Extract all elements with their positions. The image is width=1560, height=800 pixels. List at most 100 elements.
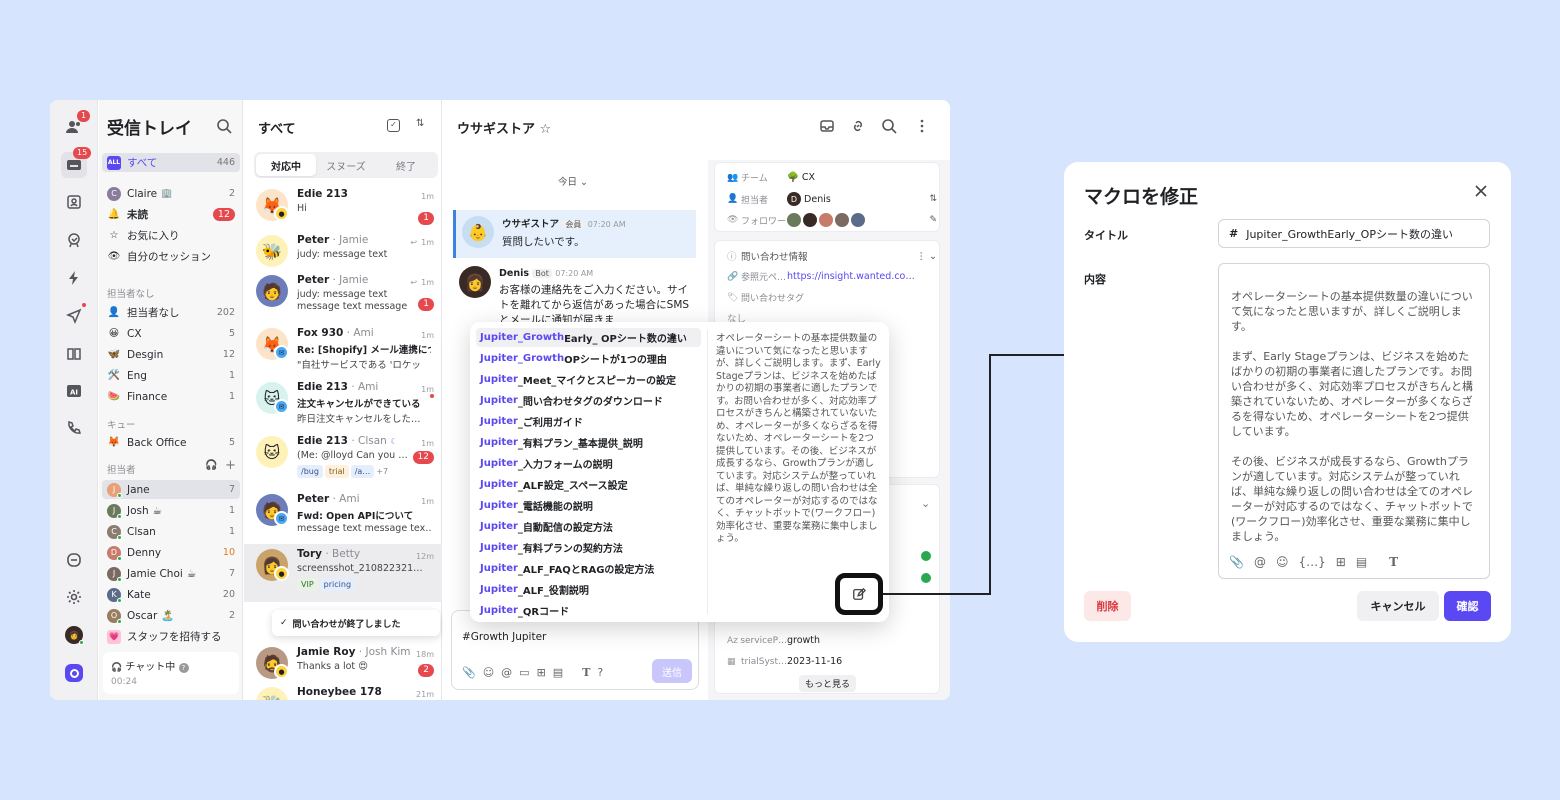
folder-icon[interactable]: ▭ — [519, 666, 529, 679]
show-more-button[interactable]: もっと見る — [799, 675, 857, 692]
list-item[interactable]: 🧑 Peter · Jamie ↩ 1m judy: message text m… — [244, 270, 442, 324]
list-item[interactable]: 🐱 ✉ Edie 213 · Ami 1m 注文キャンセルができている 昨日注文キ… — [244, 377, 442, 431]
tab-closed[interactable]: 終了 — [376, 154, 436, 176]
headset-icon[interactable]: 🎧 — [205, 460, 217, 471]
macro-item[interactable]: Jupiter _ALF設定_スペース設定 — [476, 475, 701, 494]
attach-icon[interactable]: 📎 — [462, 666, 476, 679]
send-button[interactable]: 送信 — [652, 659, 692, 683]
macro-item[interactable]: Jupiter _問い合わせタグのダウンロード — [476, 391, 701, 410]
sidebar-item-favorites[interactable]: ☆ お気に入り — [102, 226, 240, 245]
sidebar-item-back-office[interactable]: 🦊 Back Office 5 — [102, 433, 240, 452]
sidebar-item-assignee[interactable]: J Josh ☕ 1 — [102, 501, 240, 520]
star-icon[interactable]: ☆ — [540, 122, 552, 137]
sidebar-item-team[interactable]: 🍉 Finance 1 — [102, 387, 240, 406]
inbox-icon[interactable]: 15 — [61, 147, 92, 178]
sidebar-item-unread[interactable]: 🔔 未読 12 — [102, 205, 240, 224]
list-item[interactable]: 🦊 ✉ Fox 930 · Ami 1m Re: [Shopify] メール連携に… — [244, 323, 442, 377]
add-assignee-icon[interactable]: + — [225, 458, 236, 473]
add-image-icon[interactable]: ⊞ — [537, 666, 546, 679]
title-input[interactable]: # Jupiter_GrowthEarly_OPシート数の違い — [1218, 219, 1490, 248]
text-format-icon[interactable]: T — [1389, 555, 1398, 570]
add-image-icon[interactable]: ⊞ — [1336, 555, 1346, 570]
gear-icon[interactable] — [61, 584, 87, 610]
sidebar-item-team[interactable]: 🛠️ Eng 1 — [102, 366, 240, 385]
text-format-icon[interactable]: T — [582, 666, 590, 679]
search-icon[interactable] — [216, 118, 232, 134]
cancel-button[interactable]: キャンセル — [1357, 591, 1439, 621]
emoji-icon[interactable]: ☺ — [1276, 555, 1289, 570]
contacts-icon[interactable] — [61, 189, 87, 215]
clipboard-icon[interactable]: ▤ — [1356, 555, 1367, 570]
list-item[interactable]: 🐝 Honeybee 178 21m — [244, 682, 442, 700]
sidebar-item-all[interactable]: ALL すべて 446 — [102, 153, 240, 172]
attach-icon[interactable]: 📎 — [1229, 555, 1244, 570]
sort-icon[interactable]: ⇅ — [416, 118, 424, 129]
macro-item[interactable]: Jupiter_Growth OPシートが1つの理由 — [476, 349, 701, 368]
macro-item[interactable]: Jupiter _QRコード — [476, 601, 701, 620]
sidebar-item-assignee[interactable]: J Jane 7 — [102, 480, 240, 499]
macro-item[interactable]: Jupiter _入力フォームの説明 — [476, 454, 701, 473]
select-checkbox-icon[interactable]: ✓ — [387, 119, 400, 132]
tag-row[interactable]: 🏷 問い合わせタグ — [727, 291, 937, 305]
macro-item[interactable]: Jupiter_Growth Early_ OPシート数の違い — [476, 328, 701, 347]
sidebar-item-unassigned[interactable]: 👤 担当者なし 202 — [102, 303, 240, 322]
team-row[interactable]: 👥 チーム 🌳 CX — [727, 171, 937, 184]
reassign-icon[interactable]: ⇅ — [929, 194, 937, 204]
sidebar-item-assignee[interactable]: O Oscar 🏝️ 2 — [102, 606, 240, 625]
chat-status-card[interactable]: 🎧 チャット中 ? 00:24 — [103, 652, 239, 694]
message-composer[interactable]: #Growth Jupiter 📎 ☺ @ ▭ ⊞ ▤ T? 送信 — [451, 610, 699, 690]
sidebar-item-claire[interactable]: C Claire 🏢 2 — [102, 184, 240, 203]
service-plan-row[interactable]: Az serviceP… growth — [727, 635, 937, 646]
profile-avatar[interactable]: 👩 — [61, 622, 87, 648]
more-icon[interactable]: ⋮ ⌄ — [917, 251, 937, 262]
macro-item[interactable]: Jupiter _自動配信の設定方法 — [476, 517, 701, 536]
referrer-row[interactable]: 🔗 参照元ペ… https://insight.wanted.co… — [727, 270, 937, 283]
sidebar-item-my-sessions[interactable]: 👁 自分のセッション — [102, 247, 240, 266]
inbox-move-icon[interactable] — [819, 118, 835, 134]
macro-item[interactable]: Jupiter _電話機能の説明 — [476, 496, 701, 515]
variable-icon[interactable]: {…} — [1298, 555, 1325, 570]
send-icon[interactable] — [61, 303, 87, 329]
edit-icon[interactable]: ✎ — [929, 215, 937, 225]
sidebar-item-team[interactable]: 🦋 Desgin 12 — [102, 345, 240, 364]
assignee-row[interactable]: 👤 担当者 D Denis ⇅ — [727, 192, 937, 206]
mention-icon[interactable]: @ — [1254, 555, 1266, 570]
chevron-down-icon[interactable]: ⌄ — [921, 497, 930, 510]
ai-icon[interactable]: AI — [61, 378, 87, 404]
edit-macro-button[interactable] — [835, 573, 883, 615]
trial-row[interactable]: ▦ trialSyst… 2023-11-16 — [727, 656, 937, 667]
composer-input[interactable]: #Growth Jupiter — [462, 631, 546, 643]
confirm-button[interactable]: 確認 — [1444, 591, 1491, 621]
clipboard-icon[interactable]: ▤ — [553, 666, 563, 679]
tab-open[interactable]: 対応中 — [256, 154, 316, 176]
more-icon[interactable] — [914, 118, 930, 134]
macro-item[interactable]: Jupiter _ALF_FAQとRAGの設定方法 — [476, 559, 701, 578]
badge-icon[interactable] — [61, 227, 87, 253]
macro-item[interactable]: Jupiter _Meet_マイクとスピーカーの設定 — [476, 370, 701, 389]
people-icon[interactable]: 1 — [61, 110, 91, 140]
list-item[interactable]: 👩 ● Tory · Betty 12m screensshot_21082232… — [244, 544, 442, 602]
list-item[interactable]: 🧑 ✉ Peter · Ami 1m Fwd: Open APIについて mess… — [244, 489, 442, 543]
sidebar-item-assignee[interactable]: D Denny 10 — [102, 543, 240, 562]
close-icon[interactable] — [1473, 183, 1489, 199]
sidebar-item-team[interactable]: 😀 CX 5 — [102, 324, 240, 343]
emoji-icon[interactable]: ☺ — [483, 666, 494, 679]
follower-row[interactable]: 👁 フォロワー ✎ — [727, 213, 937, 227]
macro-item[interactable]: Jupiter _有料プランの契約方法 — [476, 538, 701, 557]
book-icon[interactable] — [61, 341, 87, 367]
content-textarea[interactable]: オペレーターシートの基本提供数量の違いについて気になったと思いますが、詳しくご説… — [1218, 263, 1490, 579]
lightning-icon[interactable] — [61, 265, 87, 291]
list-item[interactable]: 🐱 Edie 213 · Clsan ☾ 1m (Me: @lloyd Can … — [244, 431, 442, 491]
sidebar-item-assignee[interactable]: K Kate 20 — [102, 585, 240, 604]
tab-snooze[interactable]: スヌーズ — [316, 154, 376, 176]
search-icon[interactable] — [881, 118, 897, 134]
macro-item[interactable]: Jupiter _有料プラン_基本提供_説明 — [476, 433, 701, 452]
mention-icon[interactable]: @ — [501, 666, 512, 679]
sidebar-item-assignee[interactable]: C Clsan 1 — [102, 522, 240, 541]
invite-staff-link[interactable]: 💗 スタッフを招待する — [102, 627, 240, 646]
delete-button[interactable]: 削除 — [1084, 591, 1131, 621]
link-icon[interactable] — [850, 118, 866, 134]
phone-icon[interactable] — [61, 415, 87, 441]
macro-item[interactable]: Jupiter _ご利用ガイド — [476, 412, 701, 431]
macro-item[interactable]: Jupiter _ALF_役割説明 — [476, 580, 701, 599]
